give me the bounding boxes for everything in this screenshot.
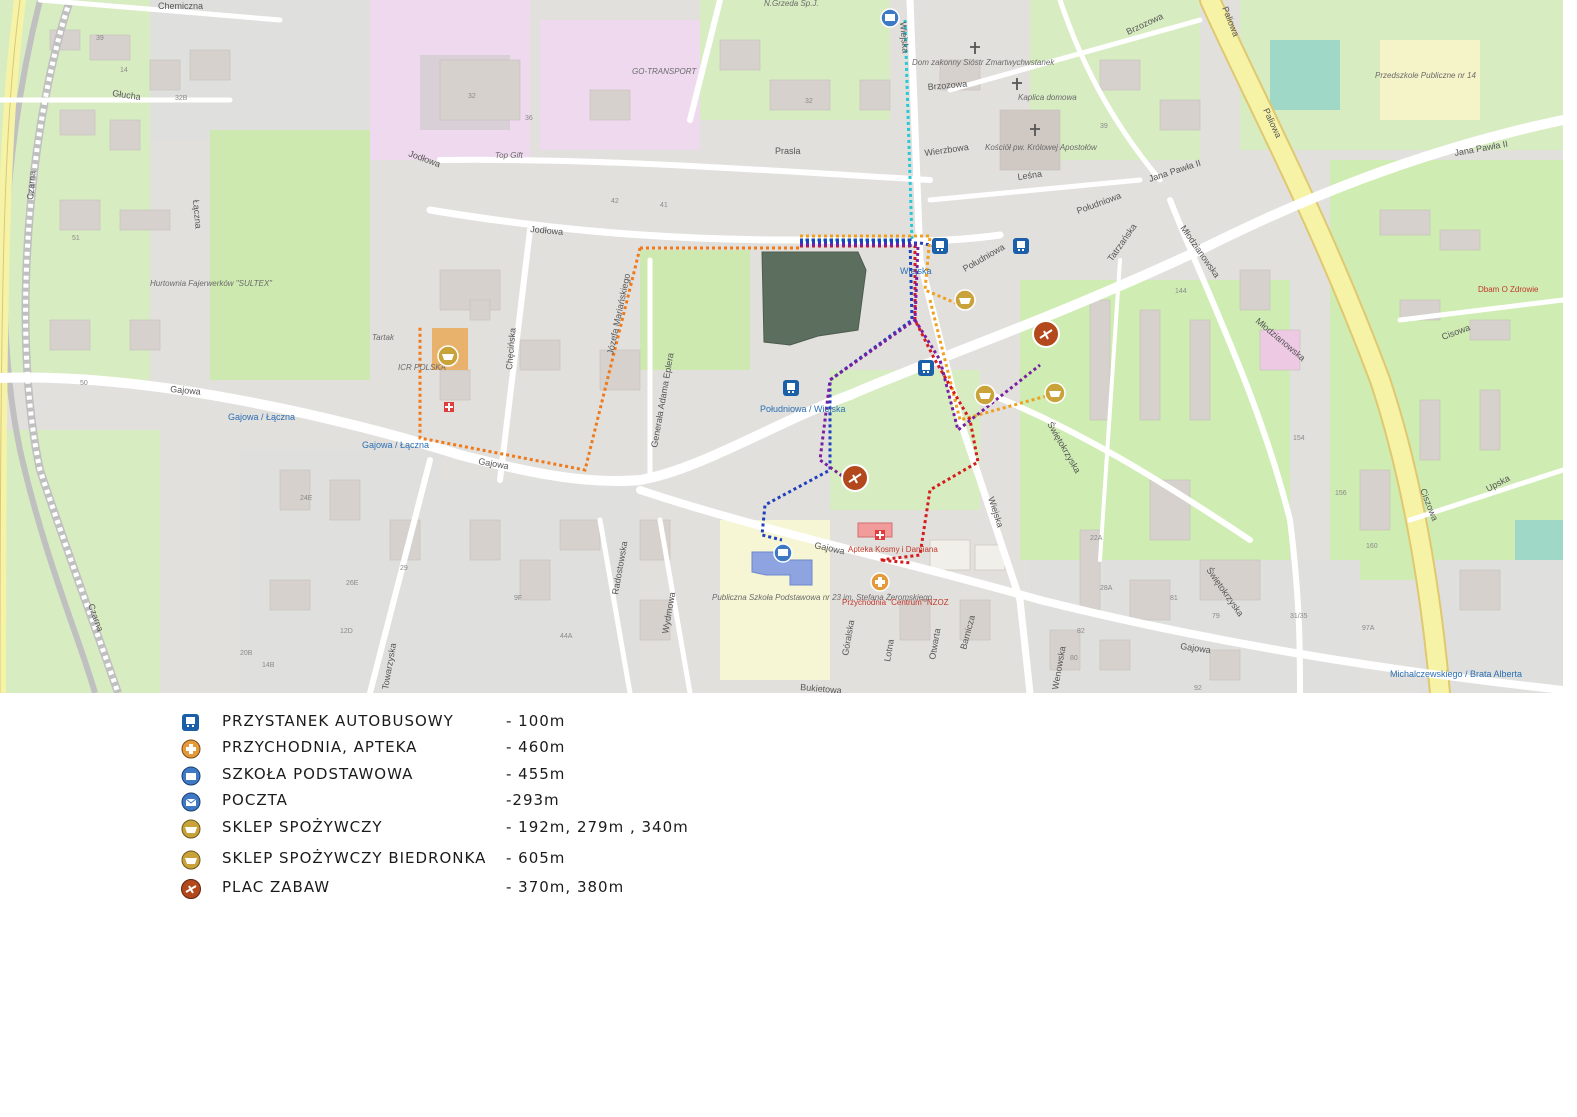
svg-text:156: 156	[1335, 490, 1347, 497]
svg-text:9F: 9F	[514, 595, 522, 602]
svg-text:39: 39	[1100, 123, 1108, 130]
svg-text:14: 14	[120, 67, 128, 74]
grocery-store-icon[interactable]	[974, 384, 996, 406]
place-label: Gajowa / Łączna	[362, 440, 429, 450]
post-office-icon	[181, 792, 201, 812]
bus-stop-icon[interactable]	[918, 360, 934, 376]
svg-text:42: 42	[611, 198, 619, 205]
place-label: Kaplica domowa	[1018, 93, 1077, 102]
post-office-icon[interactable]	[880, 8, 900, 28]
svg-text:81: 81	[1170, 595, 1178, 602]
svg-text:160: 160	[1366, 543, 1378, 550]
svg-text:24E: 24E	[300, 495, 313, 502]
place-label: Hurtownia Fajerwerków "SULTEX"	[150, 279, 273, 288]
legend-label: SKLEP SPOŻYWCZY	[222, 818, 383, 836]
biedronka-store-icon	[181, 850, 201, 870]
bus-stop-icon[interactable]	[783, 380, 799, 396]
investment-plot[interactable]	[761, 251, 867, 346]
svg-text:32B: 32B	[175, 95, 188, 102]
svg-text:14B: 14B	[262, 662, 275, 669]
svg-text:80: 80	[1070, 655, 1078, 662]
pharmacy-cross-icon	[444, 402, 454, 412]
svg-text:154: 154	[1293, 435, 1305, 442]
place-label: Kościół pw. Królowej Apostołów	[985, 143, 1098, 152]
grocery-store-icon[interactable]	[1044, 382, 1066, 404]
svg-text:144: 144	[1175, 288, 1187, 295]
svg-text:92: 92	[1194, 685, 1202, 692]
place-label: GO-TRANSPORT	[632, 67, 697, 76]
place-label: Przychodnia "Centrum" NZOZ	[842, 598, 949, 607]
playground-icon[interactable]	[841, 464, 869, 492]
grocery-store-icon[interactable]	[954, 289, 976, 311]
grocery-store-icon	[181, 819, 201, 839]
svg-text:51: 51	[72, 235, 80, 242]
place-label: Top Gift	[495, 151, 523, 160]
svg-text:29: 29	[400, 565, 408, 572]
map-area[interactable]: Chemiczna Głucha Jodłowa Jodłowa Gajowa …	[0, 0, 1563, 693]
svg-text:39: 39	[96, 35, 104, 42]
playground-icon	[181, 879, 201, 899]
legend-label: PLAC ZABAW	[222, 878, 331, 896]
bus-stop-icon[interactable]	[932, 238, 948, 254]
bus-stop-icon[interactable]	[1013, 238, 1029, 254]
biedronka-store-icon[interactable]	[437, 345, 459, 367]
legend-distance: - 455m	[506, 765, 566, 783]
svg-text:31/35: 31/35	[1290, 613, 1308, 620]
place-label: Południowa / Wiejska	[760, 404, 846, 414]
svg-text:26E: 26E	[346, 580, 359, 587]
svg-text:79: 79	[1212, 613, 1220, 620]
place-label: Dom zakonny Sióstr Zmartwychwstanek	[912, 58, 1055, 67]
legend-label: PRZYCHODNIA, APTEKA	[222, 738, 418, 756]
legend-label: SZKOŁA PODSTAWOWA	[222, 765, 414, 783]
svg-text:28A: 28A	[1100, 585, 1113, 592]
svg-text:22A: 22A	[1090, 535, 1103, 542]
svg-text:32: 32	[805, 98, 813, 105]
pharmacy-cross-icon	[875, 530, 885, 540]
svg-text:12D: 12D	[340, 628, 353, 635]
svg-text:44A: 44A	[560, 633, 573, 640]
place-label: Tartak	[372, 333, 395, 342]
svg-text:20B: 20B	[240, 650, 253, 657]
street-label: Chemiczna	[158, 1, 203, 11]
svg-text:32: 32	[468, 93, 476, 100]
place-label: ICR POLSKA	[398, 363, 446, 372]
place-label: Gajowa / Łączna	[228, 412, 295, 422]
clinic-pharmacy-icon	[181, 739, 201, 759]
legend-distance: - 100m	[506, 712, 566, 730]
place-label: Wiejska	[900, 266, 932, 276]
place-label: Michalczewskiego / Brata Alberta	[1390, 669, 1522, 679]
place-label: Przedszkole Publiczne nr 14	[1375, 71, 1476, 80]
playground-icon[interactable]	[1032, 320, 1060, 348]
svg-text:97A: 97A	[1362, 625, 1375, 632]
svg-text:36: 36	[525, 115, 533, 122]
place-label: Apteka Kosmy i Damiana	[848, 545, 938, 554]
clinic-pharmacy-icon[interactable]	[870, 572, 890, 592]
legend-distance: - 370m, 380m	[506, 878, 625, 896]
legend-label: PRZYSTANEK AUTOBUSOWY	[222, 712, 454, 730]
legend-distance: - 192m, 279m , 340m	[506, 818, 689, 836]
place-label: N.Grzeda Sp.J.	[764, 0, 819, 8]
legend-label: POCZTA	[222, 791, 288, 809]
legend-distance: -293m	[506, 791, 560, 809]
street-label: Prasla	[775, 146, 801, 156]
svg-text:82: 82	[1077, 628, 1085, 635]
svg-text:41: 41	[660, 202, 668, 209]
place-label: Dbam O Zdrowie	[1478, 285, 1539, 294]
primary-school-icon	[181, 766, 201, 786]
primary-school-icon[interactable]	[773, 543, 793, 563]
bus-stop-icon	[182, 714, 199, 731]
legend-distance: - 460m	[506, 738, 566, 756]
svg-text:50: 50	[80, 380, 88, 387]
legend-distance: - 605m	[506, 849, 566, 867]
legend-label: SKLEP SPOŻYWCZY BIEDRONKA	[222, 849, 487, 867]
